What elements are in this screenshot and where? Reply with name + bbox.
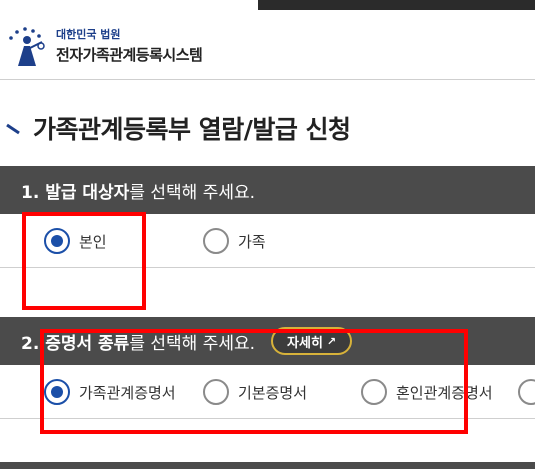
target-section-title-rest: 를 선택해 주세요. [129, 182, 256, 203]
highlight-box-target [22, 212, 146, 310]
court-logo-icon[interactable] [6, 26, 48, 68]
target-section-title-bold: 1. 발급 대상자 [21, 182, 130, 203]
target-option-label: 가족 [238, 232, 266, 251]
highlight-box-certificate [40, 329, 468, 434]
radio-unchecked-icon[interactable] [203, 228, 229, 254]
site-header: 대한민국 법원 전자가족관계등록시스템 [0, 0, 535, 80]
target-option-family[interactable]: 가족 [203, 228, 266, 254]
page-title: 가족관계등록부 열람/발급 신청 [33, 115, 351, 144]
system-name[interactable]: 전자가족관계등록시스템 [56, 44, 203, 65]
next-section-bar [0, 462, 535, 469]
target-section-header: 1. 발급 대상자 를 선택해 주세요. [0, 166, 535, 214]
title-deco-icon [6, 123, 20, 135]
page-title-area: 가족관계등록부 열람/발급 신청 [0, 110, 535, 144]
court-name[interactable]: 대한민국 법원 [56, 26, 121, 42]
radio-unchecked-icon[interactable] [518, 379, 535, 405]
